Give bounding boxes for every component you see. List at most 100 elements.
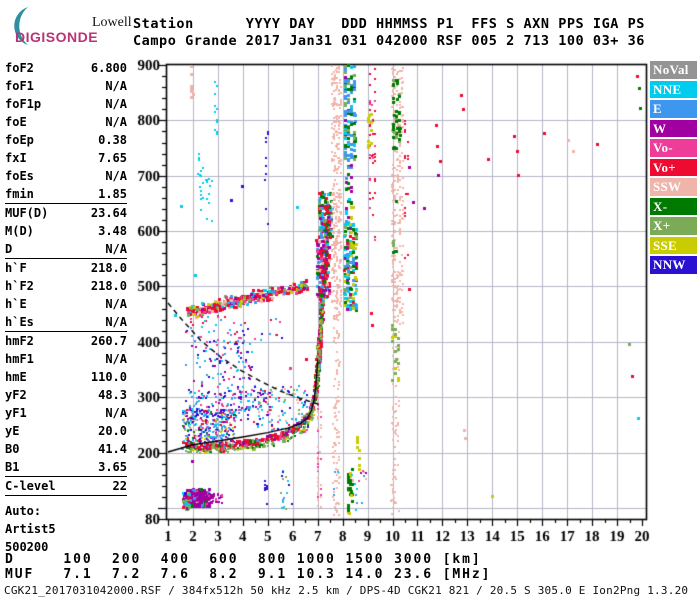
param-value: N/A — [105, 97, 127, 111]
param-label: B1 — [5, 460, 20, 474]
param-label: h`F — [5, 261, 27, 275]
param-value: N/A — [105, 352, 127, 366]
param-label: yE — [5, 424, 20, 438]
param-value: N/A — [105, 297, 127, 311]
param-value: 218.0 — [90, 279, 127, 293]
param-label: D — [5, 242, 13, 256]
d-muf-table: D 100 200 400 600 800 1000 1500 3000 [km… — [5, 552, 492, 582]
legend-item-noval: NoVal — [650, 61, 697, 79]
param-row: foF2 6.800 — [5, 59, 127, 77]
param-value: 3.65 — [98, 460, 127, 474]
param-row: foF1 N/A — [5, 77, 127, 95]
param-group: MUF(D) 23.64 M(D) 3.48 D N/A — [5, 204, 127, 259]
station-header-row2: Campo Grande 2017 Jan31 031 042000 RSF 0… — [133, 32, 645, 49]
auto-scaler-line: Artist5 — [5, 522, 56, 536]
legend-item-e: E — [650, 100, 697, 118]
param-label: foEp — [5, 133, 34, 147]
param-label: foF1p — [5, 97, 42, 111]
logo-digisonde-text: DIGISONDE — [15, 29, 99, 45]
param-label: yF1 — [5, 406, 27, 420]
station-header: Station YYYY DAY DDD HHMMSS P1 FFS S AXN… — [133, 16, 645, 49]
param-row: yF2 48.3 — [5, 386, 127, 404]
param-label: h`F2 — [5, 279, 34, 293]
param-value: 20.0 — [98, 424, 127, 438]
param-value: 110.0 — [90, 370, 127, 384]
param-label: MUF(D) — [5, 206, 49, 220]
param-label: C-level — [5, 479, 56, 493]
param-label: fxI — [5, 151, 27, 165]
param-row: h`E N/A — [5, 295, 127, 313]
param-label: foF2 — [5, 61, 34, 75]
legend-item-sse: SSE — [650, 236, 697, 254]
param-value: 22 — [112, 479, 127, 493]
param-row: foEp 0.38 — [5, 131, 127, 149]
legend-item-x: X+ — [650, 217, 697, 235]
param-label: hmF2 — [5, 334, 34, 348]
legend-item-nnw: NNW — [650, 256, 697, 274]
param-row: fmin 1.85 — [5, 185, 127, 203]
legend-item-w: W — [650, 119, 697, 137]
param-value: N/A — [105, 406, 127, 420]
param-label: hmF1 — [5, 352, 34, 366]
ionogram-app: { "header": { "logo_line1": "Lowell", "l… — [0, 0, 700, 600]
param-value: 7.65 — [98, 151, 127, 165]
param-row: foE N/A — [5, 113, 127, 131]
param-group: hmF2 260.7 hmF1 N/A hmE 110.0 yF2 48.3 yF1 N/A yE 2… — [5, 332, 127, 477]
param-label: foF1 — [5, 79, 34, 93]
param-value: 1.85 — [98, 187, 127, 201]
param-row: hmE 110.0 — [5, 368, 127, 386]
param-row: M(D) 3.48 — [5, 222, 127, 240]
param-value: 3.48 — [98, 224, 127, 238]
legend-item-x: X- — [650, 197, 697, 215]
param-row: foEs N/A — [5, 167, 127, 185]
param-label: M(D) — [5, 224, 34, 238]
param-group: C-level 22 — [5, 477, 127, 496]
auto-scaler-block: Auto: Artist5 500200 — [5, 502, 127, 556]
param-row: foF1p N/A — [5, 95, 127, 113]
param-value: N/A — [105, 115, 127, 129]
param-label: hmE — [5, 370, 27, 384]
echo-direction-legend: NoVal NNE E W Vo- Vo+ SSW X- X+ SSE NNW — [650, 61, 697, 276]
param-value: 218.0 — [90, 261, 127, 275]
param-row: h`F2 218.0 — [5, 277, 127, 295]
legend-item-ssw: SSW — [650, 178, 697, 196]
legend-item-nne: NNE — [650, 80, 697, 98]
param-value: N/A — [105, 79, 127, 93]
station-header-row1: Station YYYY DAY DDD HHMMSS P1 FFS S AXN… — [133, 16, 645, 32]
lowell-digisonde-logo: Lowell DIGISONDE — [4, 5, 132, 47]
param-row: fxI 7.65 — [5, 149, 127, 167]
param-row: B1 3.65 — [5, 458, 127, 476]
param-label: h`Es — [5, 315, 34, 329]
param-label: yF2 — [5, 388, 27, 402]
param-value: 0.38 — [98, 133, 127, 147]
param-row: D N/A — [5, 240, 127, 258]
param-label: foEs — [5, 169, 34, 183]
param-row: h`F 218.0 — [5, 259, 127, 277]
param-row: hmF1 N/A — [5, 350, 127, 368]
param-row: C-level 22 — [5, 477, 127, 495]
auto-scaler-line: Auto: — [5, 504, 42, 518]
legend-item-vo: Vo- — [650, 139, 697, 157]
param-label: h`E — [5, 297, 27, 311]
param-value: N/A — [105, 242, 127, 256]
param-row: yE 20.0 — [5, 422, 127, 440]
param-label: fmin — [5, 187, 34, 201]
param-value: N/A — [105, 169, 127, 183]
param-value: 41.4 — [98, 442, 127, 456]
param-group: h`F 218.0 h`F2 218.0 h`E N/A h`Es N/A — [5, 259, 127, 332]
legend-item-vo: Vo+ — [650, 158, 697, 176]
file-info-line: CGK21_2017031042000.RSF / 384fx512h 50 k… — [4, 584, 689, 597]
param-value: 23.64 — [90, 206, 127, 220]
param-row: hmF2 260.7 — [5, 332, 127, 350]
param-row: MUF(D) 23.64 — [5, 204, 127, 222]
param-value: 260.7 — [90, 334, 127, 348]
param-row: h`Es N/A — [5, 313, 127, 331]
param-row: yF1 N/A — [5, 404, 127, 422]
scaled-parameters-panel: foF2 6.800 foF1 N/A foF1p N/A foE N/A foEp 0.38 fx… — [5, 59, 127, 556]
param-group: foF2 6.800 foF1 N/A foF1p N/A foE N/A foEp 0.38 fx… — [5, 59, 127, 204]
param-value: 6.800 — [90, 61, 127, 75]
param-label: B0 — [5, 442, 20, 456]
param-label: foE — [5, 115, 27, 129]
param-value: 48.3 — [98, 388, 127, 402]
param-row: B0 41.4 — [5, 440, 127, 458]
